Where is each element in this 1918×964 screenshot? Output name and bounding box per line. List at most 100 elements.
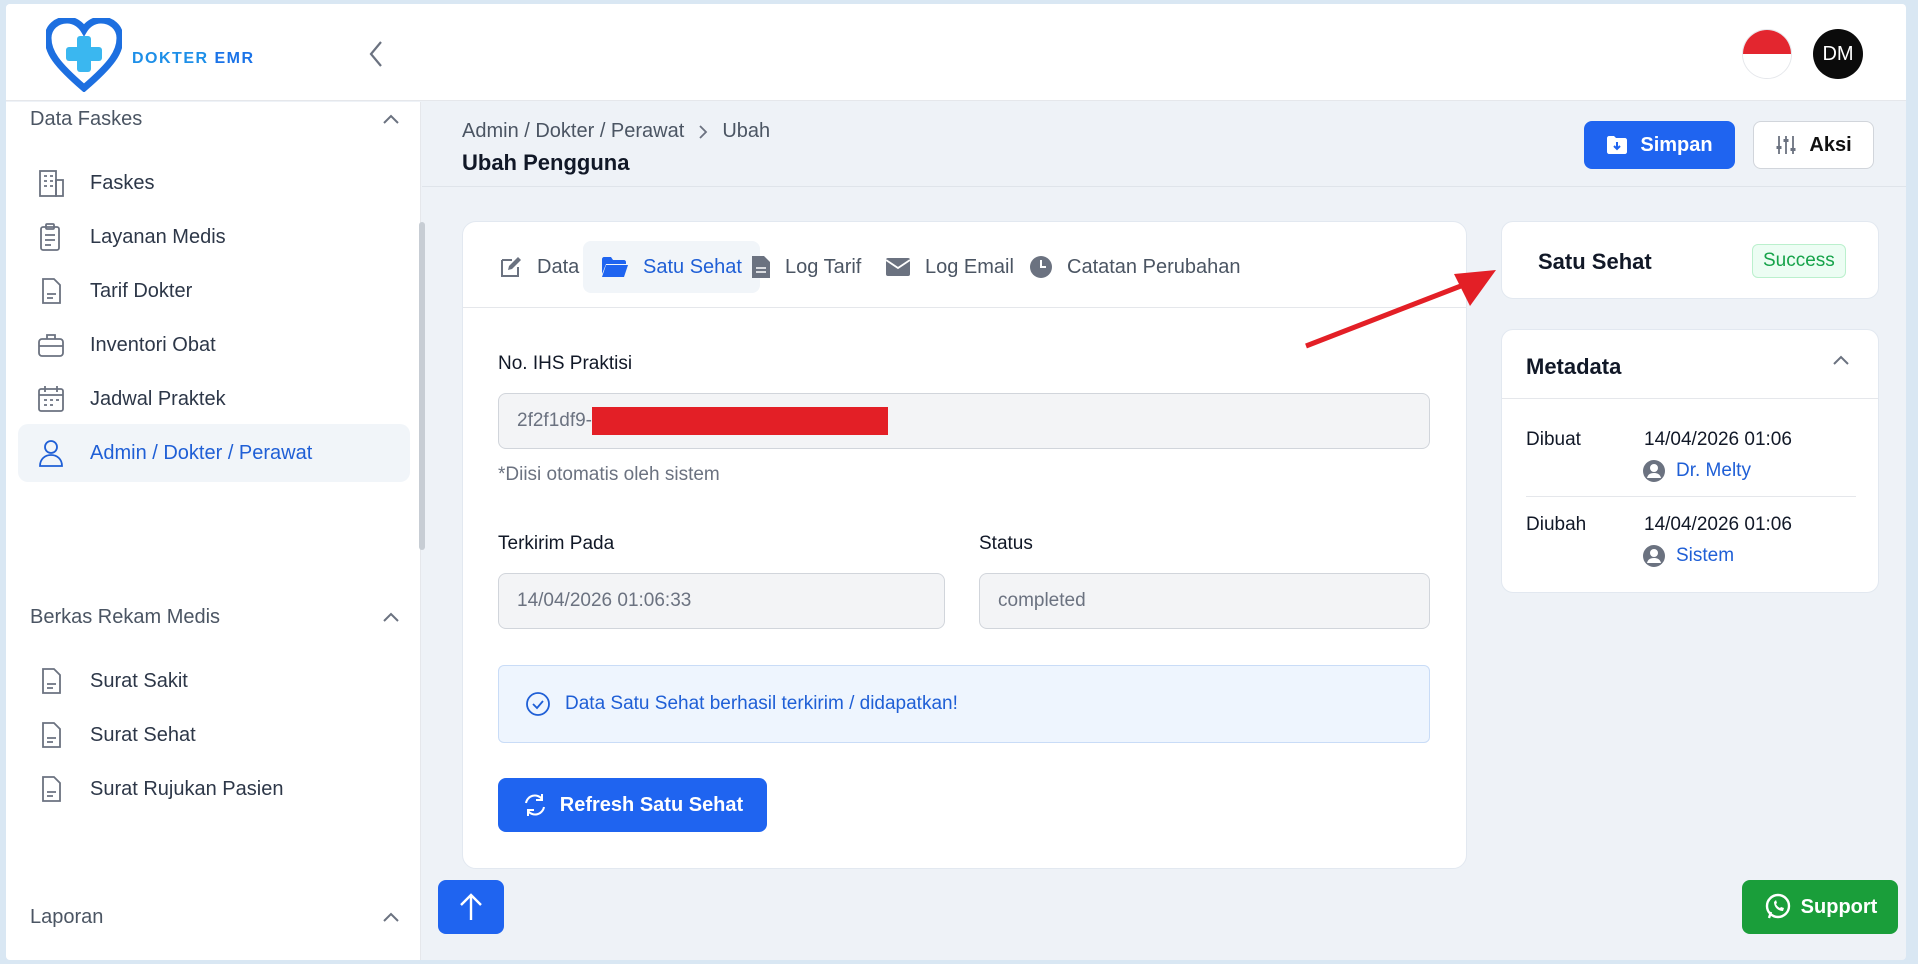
document-icon xyxy=(34,274,68,308)
sidebar-item-label: Layanan Medis xyxy=(90,225,226,248)
metadata-user: Dr. Melty xyxy=(1676,460,1751,481)
actions-label: Aksi xyxy=(1809,133,1852,156)
flag-white-stripe xyxy=(1743,54,1791,78)
folder-open-icon xyxy=(602,257,628,277)
refresh-label: Refresh Satu Sehat xyxy=(559,793,744,816)
document-icon xyxy=(34,718,68,752)
sidebar-item-inventori-obat[interactable]: Inventori Obat xyxy=(18,316,410,374)
flag-red-stripe xyxy=(1743,30,1791,54)
arrow-up-icon xyxy=(460,893,482,920)
sidebar-scrollbar[interactable] xyxy=(419,222,425,550)
page-title: Ubah Pengguna xyxy=(462,150,630,175)
user-avatar[interactable]: DM xyxy=(1813,29,1863,79)
tab-label: Log Email xyxy=(925,255,1014,278)
save-button[interactable]: Simpan xyxy=(1584,121,1735,169)
language-flag-button[interactable] xyxy=(1742,29,1792,79)
metadata-row-updated: Diubah 14/04/2026 01:06 Sistem xyxy=(1526,514,1858,574)
metadata-user-link[interactable]: Sistem xyxy=(1642,544,1734,568)
check-circle-icon xyxy=(526,692,550,716)
sent-at-field[interactable]: 14/04/2026 01:06:33 xyxy=(498,573,945,629)
metadata-user-link[interactable]: Dr. Melty xyxy=(1642,459,1751,483)
tab-label: Data xyxy=(537,255,580,278)
sliders-icon xyxy=(1776,136,1796,154)
sidebar-item-label: Tarif Dokter xyxy=(90,279,193,302)
app-window: DOKTER EMR DM Data Faskes Faskes Layanan… xyxy=(6,4,1906,960)
brand-name: DOKTER EMR xyxy=(132,50,255,68)
user-icon xyxy=(34,436,68,470)
sidebar-item-label: Jadwal Praktek xyxy=(90,387,226,410)
file-icon xyxy=(752,256,770,278)
sidebar-item-tarif-dokter[interactable]: Tarif Dokter xyxy=(18,262,410,320)
sidebar-item-label: Faskes xyxy=(90,171,155,194)
metadata-header[interactable]: Metadata xyxy=(1502,330,1878,399)
tab-label: Satu Sehat xyxy=(643,255,742,278)
refresh-icon xyxy=(524,794,545,816)
sidebar-item-layanan-medis[interactable]: Layanan Medis xyxy=(18,208,410,266)
whatsapp-icon xyxy=(1765,893,1790,919)
section-label: Berkas Rekam Medis xyxy=(30,605,221,628)
sidebar-item-jadwal-praktek[interactable]: Jadwal Praktek xyxy=(18,370,410,428)
chevron-right-icon xyxy=(699,124,708,139)
metadata-row-created: Dibuat 14/04/2026 01:06 Dr. Melty xyxy=(1526,429,1858,489)
main-form-card: Data Satu Sehat Log Tarif Log Email Cata… xyxy=(462,221,1467,869)
tab-log-email[interactable]: Log Email xyxy=(867,241,1032,293)
document-icon xyxy=(34,772,68,806)
brand-name-part2: EMR xyxy=(214,50,255,67)
calendar-icon xyxy=(34,382,68,416)
tab-catatan-perubahan[interactable]: Catatan Perubahan xyxy=(1011,241,1258,293)
user-circle-icon xyxy=(1643,460,1665,482)
sidebar-item-label: Surat Rujukan Pasien xyxy=(90,777,284,800)
sidebar-item-surat-sakit[interactable]: Surat Sakit xyxy=(18,652,410,710)
brand-logo[interactable]: DOKTER EMR xyxy=(46,18,255,92)
status-label: Status xyxy=(979,533,1033,554)
sidebar-collapse-button[interactable] xyxy=(361,38,391,70)
sidebar-item-label: Inventori Obat xyxy=(90,333,216,356)
status-card-title: Satu Sehat xyxy=(1538,249,1652,274)
envelope-icon xyxy=(885,258,911,276)
refresh-satu-sehat-button[interactable]: Refresh Satu Sehat xyxy=(498,778,767,832)
chevron-left-icon xyxy=(369,41,382,67)
section-label: Laporan xyxy=(30,905,104,928)
sidebar-item-surat-rujukan-pasien[interactable]: Surat Rujukan Pasien xyxy=(18,760,410,818)
building-icon xyxy=(34,166,68,200)
chevron-up-icon xyxy=(383,612,399,622)
tab-bar: Data Satu Sehat Log Tarif Log Email Cata… xyxy=(463,222,1466,308)
sidebar-item-faskes[interactable]: Faskes xyxy=(18,154,410,212)
alert-text: Data Satu Sehat berhasil terkirim / dida… xyxy=(565,693,958,714)
breadcrumb-link[interactable]: Admin / Dokter / Perawat xyxy=(462,120,684,143)
folder-download-icon xyxy=(1607,136,1628,154)
metadata-divider xyxy=(1526,496,1856,497)
edit-icon xyxy=(501,257,521,277)
status-value: completed xyxy=(998,590,1086,611)
metadata-user: Sistem xyxy=(1676,545,1735,566)
chevron-up-icon xyxy=(383,912,399,922)
tab-label: Log Tarif xyxy=(785,255,862,278)
tab-data[interactable]: Data xyxy=(481,241,597,293)
clipboard-icon xyxy=(34,220,68,254)
sidebar-item-admin-dokter-perawat[interactable]: Admin / Dokter / Perawat xyxy=(18,424,410,482)
save-label: Simpan xyxy=(1640,133,1713,156)
document-icon xyxy=(34,664,68,698)
ihs-number-field[interactable]: 2f2f1df9- xyxy=(498,393,1430,449)
scroll-to-top-button[interactable] xyxy=(438,880,504,934)
sent-at-value: 14/04/2026 01:06:33 xyxy=(517,590,692,611)
metadata-title: Metadata xyxy=(1526,354,1622,379)
sent-at-label: Terkirim Pada xyxy=(498,533,615,554)
sidebar-item-surat-sehat[interactable]: Surat Sehat xyxy=(18,706,410,764)
support-button[interactable]: Support xyxy=(1742,880,1898,934)
sidebar-section-berkas-rekam-medis[interactable]: Berkas Rekam Medis xyxy=(30,602,400,632)
actions-button[interactable]: Aksi xyxy=(1753,121,1874,169)
heart-logo-icon xyxy=(46,18,122,92)
section-label: Data Faskes xyxy=(30,107,143,130)
sidebar-item-label: Admin / Dokter / Perawat xyxy=(90,441,313,464)
sidebar-item-label: Surat Sakit xyxy=(90,669,188,692)
sidebar-section-laporan[interactable]: Laporan xyxy=(30,902,400,932)
metadata-date: 14/04/2026 01:06 xyxy=(1644,514,1792,535)
chevron-up-icon xyxy=(383,114,399,124)
tab-log-tarif[interactable]: Log Tarif xyxy=(733,241,879,293)
breadcrumb-current: Ubah xyxy=(722,120,771,142)
brand-name-part1: DOKTER xyxy=(132,50,215,67)
status-field[interactable]: completed xyxy=(979,573,1430,629)
metadata-date: 14/04/2026 01:06 xyxy=(1644,429,1792,450)
sidebar-section-data-faskes[interactable]: Data Faskes xyxy=(30,104,400,134)
